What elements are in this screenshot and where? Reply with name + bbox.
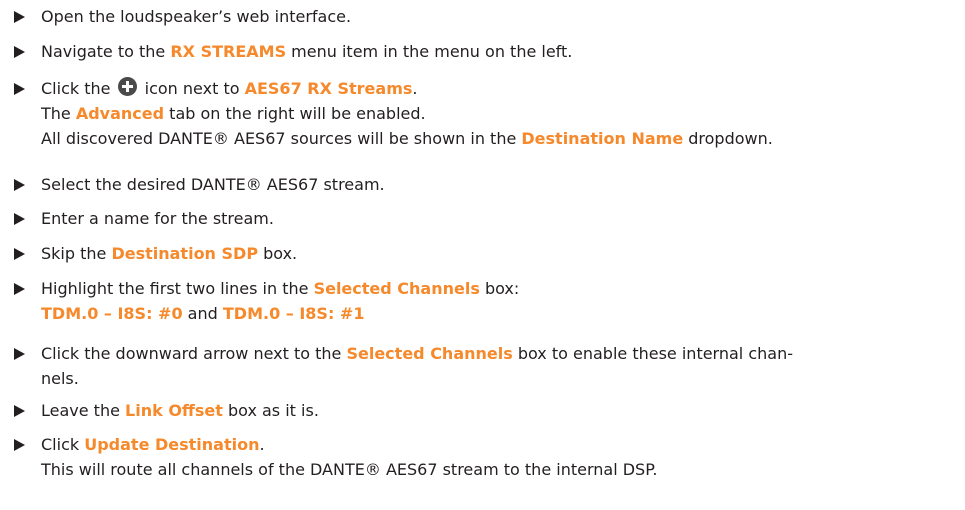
- text-segment: The: [41, 104, 76, 123]
- step-text: Click the downward arrow next to the Sel…: [41, 341, 941, 391]
- ui-term: Advanced: [75, 104, 165, 123]
- step-text: Click Update Destination. This will route…: [41, 432, 941, 482]
- text-segment: Select the desired DANTE® AES67 stream.: [41, 175, 385, 194]
- step-line: Click the downward arrow next to the Sel…: [41, 341, 941, 366]
- step-line: nels.: [41, 366, 941, 391]
- bullet-arrow-icon: [14, 213, 25, 225]
- step-line: Select the desired DANTE® AES67 stream.: [41, 172, 941, 197]
- step-line: Skip the Destination SDP box.: [41, 241, 941, 266]
- text-segment: icon next to: [139, 79, 245, 98]
- step-text: Select the desired DANTE® AES67 stream.: [41, 172, 941, 197]
- step-line: All discovered DANTE® AES67 sources will…: [41, 126, 941, 151]
- ui-term: Selected Channels: [313, 279, 480, 298]
- text-segment: Leave the: [41, 401, 126, 420]
- text-segment: box.: [258, 244, 298, 263]
- text-segment: Click the downward arrow next to the: [41, 344, 347, 363]
- step-text: Open the loudspeaker’s web interface.: [41, 4, 941, 29]
- step-line: Navigate to the RX STREAMS menu item in …: [41, 39, 941, 64]
- bullet-arrow-icon: [14, 439, 25, 451]
- ui-term: AES67 RX Streams: [244, 79, 413, 98]
- step-text: Click the icon next to AES67 RX Streams.…: [41, 76, 941, 151]
- step-line: Highlight the first two lines in the Sel…: [41, 276, 941, 301]
- text-segment: menu item in the menu on the left.: [286, 42, 573, 61]
- text-segment: box as it is.: [222, 401, 319, 420]
- step-line: The Advanced tab on the right will be en…: [41, 101, 941, 126]
- text-segment: box:: [479, 279, 520, 298]
- bullet-arrow-icon: [14, 248, 25, 260]
- ui-term: TDM.0 – I8S: #0: [41, 304, 183, 323]
- bullet-arrow-icon: [14, 179, 25, 191]
- bullet-arrow-icon: [14, 283, 25, 295]
- text-segment: Highlight the first two lines in the: [41, 279, 314, 298]
- plus-icon: [117, 77, 137, 96]
- text-segment: box to enable these internal chan-: [512, 344, 793, 363]
- text-segment: .: [412, 79, 418, 98]
- text-segment: Open the loudspeaker’s web interface.: [41, 7, 352, 26]
- step-text: Leave the Link Offset box as it is.: [41, 398, 941, 423]
- bullet-arrow-icon: [14, 83, 25, 95]
- text-segment: tab on the right will be enabled.: [164, 104, 426, 123]
- step-line: This will route all channels of the DANT…: [41, 457, 941, 482]
- ui-term: Destination SDP: [111, 244, 259, 263]
- text-segment: dropdown.: [683, 129, 773, 148]
- ui-term: Link Offset: [125, 401, 223, 420]
- bullet-arrow-icon: [14, 11, 25, 23]
- ui-term: Destination Name: [521, 129, 684, 148]
- step-line: Click Update Destination.: [41, 432, 941, 457]
- text-segment: This will route all channels of the DANT…: [41, 460, 658, 479]
- ui-term: Update Destination: [84, 435, 260, 454]
- text-segment: and: [182, 304, 223, 323]
- text-segment: Enter a name for the stream.: [41, 209, 274, 228]
- step-line: Open the loudspeaker’s web interface.: [41, 4, 941, 29]
- step-line: Enter a name for the stream.: [41, 206, 941, 231]
- bullet-arrow-icon: [14, 405, 25, 417]
- step-text: Highlight the first two lines in the Sel…: [41, 276, 941, 326]
- ui-term: RX STREAMS: [170, 42, 287, 61]
- text-segment: Skip the: [41, 244, 112, 263]
- text-segment: Click: [41, 435, 85, 454]
- text-segment: Navigate to the: [41, 42, 171, 61]
- step-text: Enter a name for the stream.: [41, 206, 941, 231]
- ui-term: Selected Channels: [346, 344, 513, 363]
- text-segment: Click the: [41, 79, 116, 98]
- text-segment: nels.: [41, 369, 79, 388]
- text-segment: .: [259, 435, 265, 454]
- step-line: Leave the Link Offset box as it is.: [41, 398, 941, 423]
- step-line: Click the icon next to AES67 RX Streams.: [41, 76, 941, 101]
- step-text: Navigate to the RX STREAMS menu item in …: [41, 39, 941, 64]
- step-text: Skip the Destination SDP box.: [41, 241, 941, 266]
- bullet-arrow-icon: [14, 46, 25, 58]
- bullet-arrow-icon: [14, 348, 25, 360]
- text-segment: All discovered DANTE® AES67 sources will…: [41, 129, 522, 148]
- step-line: TDM.0 – I8S: #0 and TDM.0 – I8S: #1: [41, 301, 941, 326]
- ui-term: TDM.0 – I8S: #1: [222, 304, 365, 323]
